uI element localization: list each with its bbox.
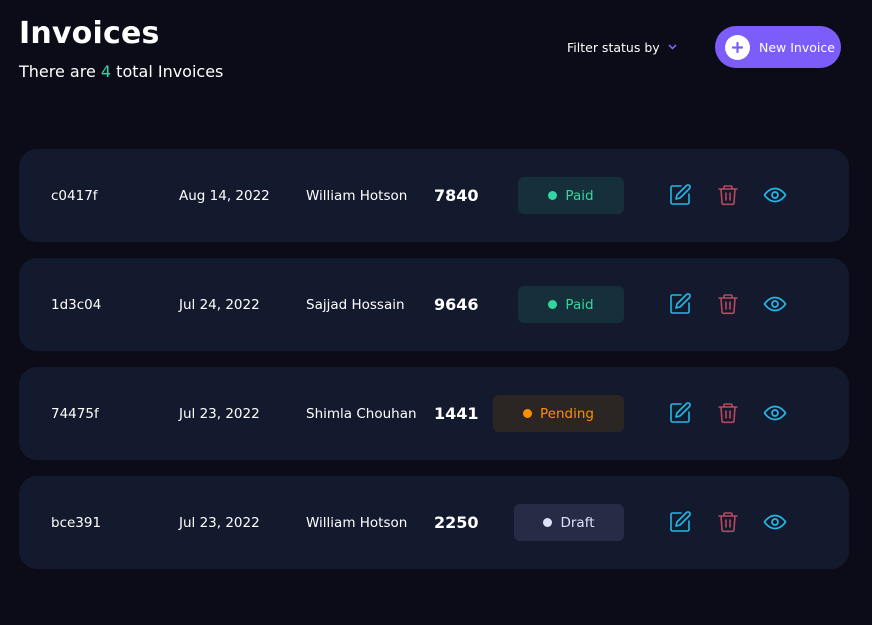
invoice-date: Aug 14, 2022 <box>179 187 270 204</box>
status-dot <box>543 518 553 527</box>
invoice-id: bce391 <box>51 514 102 531</box>
client-name: William Hotson <box>306 187 408 204</box>
eye-icon[interactable] <box>763 401 787 425</box>
invoice-id: 74475f <box>51 405 99 422</box>
chevron-down-icon <box>668 40 677 53</box>
invoice-date: Jul 24, 2022 <box>179 296 260 313</box>
invoice-row[interactable]: 74475f Jul 23, 2022 Shimla Chouhan 1441 … <box>19 367 849 460</box>
invoice-row[interactable]: c0417f Aug 14, 2022 William Hotson 7840 … <box>19 149 849 242</box>
invoice-amount: 1441 <box>434 404 479 423</box>
subtitle-prefix: There are <box>19 62 96 81</box>
invoice-count-text: There are 4 total Invoices <box>19 62 223 81</box>
invoice-date: Jul 23, 2022 <box>179 514 260 531</box>
plus-icon <box>725 34 750 60</box>
edit-icon[interactable] <box>668 183 692 207</box>
page-title: Invoices <box>19 16 160 51</box>
invoice-id: c0417f <box>51 187 98 204</box>
invoice-amount: 9646 <box>434 295 479 314</box>
status-badge: Paid <box>518 177 624 214</box>
status-badge: Draft <box>514 504 624 541</box>
client-name: Sajjad Hossain <box>306 296 405 313</box>
eye-icon[interactable] <box>763 292 787 316</box>
new-invoice-button[interactable]: New Invoice <box>715 26 841 68</box>
edit-icon[interactable] <box>668 401 692 425</box>
client-name: William Hotson <box>306 514 408 531</box>
subtitle-suffix: total Invoices <box>116 62 224 81</box>
status-label: Paid <box>565 187 594 204</box>
filter-status-dropdown[interactable]: Filter status by <box>567 40 677 55</box>
status-label: Pending <box>540 405 594 422</box>
status-badge: Paid <box>518 286 624 323</box>
invoice-count: 4 <box>100 62 112 81</box>
edit-icon[interactable] <box>668 510 692 534</box>
client-name: Shimla Chouhan <box>306 405 417 422</box>
status-label: Draft <box>560 514 595 531</box>
trash-icon[interactable] <box>716 401 740 425</box>
status-dot <box>548 300 558 309</box>
invoice-id: 1d3c04 <box>51 296 102 313</box>
status-badge: Pending <box>493 395 624 432</box>
invoice-row[interactable]: bce391 Jul 23, 2022 William Hotson 2250 … <box>19 476 849 569</box>
trash-icon[interactable] <box>716 510 740 534</box>
edit-icon[interactable] <box>668 292 692 316</box>
invoice-date: Jul 23, 2022 <box>179 405 260 422</box>
eye-icon[interactable] <box>763 510 787 534</box>
invoice-amount: 2250 <box>434 513 479 532</box>
invoice-row[interactable]: 1d3c04 Jul 24, 2022 Sajjad Hossain 9646 … <box>19 258 849 351</box>
status-dot <box>523 409 533 418</box>
eye-icon[interactable] <box>763 183 787 207</box>
new-invoice-label: New Invoice <box>759 39 835 55</box>
status-label: Paid <box>565 296 594 313</box>
invoice-amount: 7840 <box>434 186 479 205</box>
status-dot <box>548 191 558 200</box>
trash-icon[interactable] <box>716 292 740 316</box>
trash-icon[interactable] <box>716 183 740 207</box>
filter-label: Filter status by <box>567 40 660 55</box>
